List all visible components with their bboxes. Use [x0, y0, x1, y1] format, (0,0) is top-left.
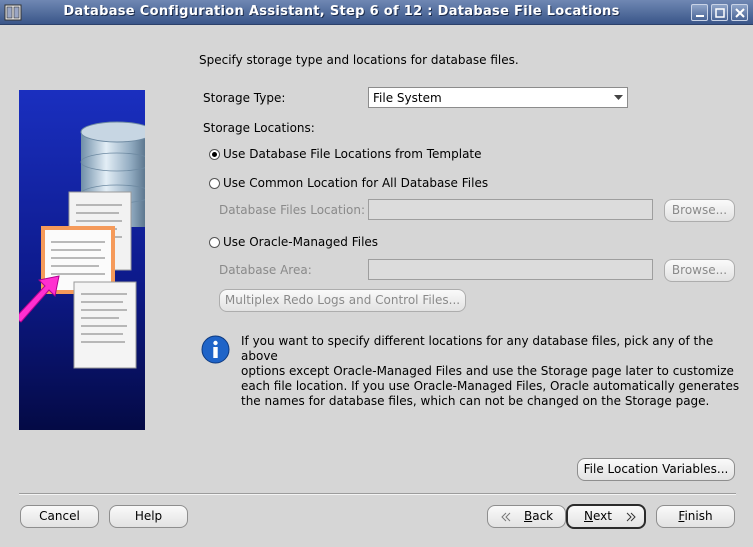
info-message: If you want to specify different locatio… — [241, 334, 741, 409]
footer-separator — [19, 493, 736, 495]
radio-common-location[interactable] — [209, 178, 220, 189]
database-files-location-input[interactable] — [368, 199, 653, 220]
radio-oracle-managed[interactable] — [209, 237, 220, 248]
back-mnemonic: B — [524, 509, 533, 523]
maximize-button[interactable] — [711, 4, 728, 21]
intro-text: Specify storage type and locations for d… — [199, 53, 519, 67]
browse-database-area-button[interactable]: Browse... — [664, 259, 735, 282]
info-line: If you want to specify different locatio… — [241, 334, 714, 363]
window-title: Database Configuration Assistant, Step 6… — [63, 4, 620, 19]
minimize-button[interactable] — [691, 4, 708, 21]
help-button[interactable]: Help — [109, 505, 188, 528]
cancel-button[interactable]: Cancel — [20, 505, 99, 528]
wizard-illustration — [19, 90, 145, 430]
radio-oracle-managed-label[interactable]: Use Oracle-Managed Files — [223, 235, 378, 249]
finish-button[interactable]: Finish — [656, 505, 735, 528]
file-location-variables-button[interactable]: File Location Variables... — [577, 458, 735, 481]
info-line: each file location. If you use Oracle-Ma… — [241, 379, 740, 393]
radio-template-locations[interactable] — [209, 149, 220, 160]
info-icon — [201, 335, 230, 364]
storage-type-value: File System — [373, 91, 442, 105]
next-label: ext — [592, 509, 612, 523]
info-line: the names for database files, which can … — [241, 394, 710, 408]
next-button[interactable]: Next — [566, 504, 646, 529]
back-label: ack — [532, 509, 554, 523]
chevron-right-icon — [626, 512, 636, 522]
minimize-icon — [696, 15, 704, 17]
radio-template-locations-label[interactable]: Use Database File Locations from Templat… — [223, 147, 482, 161]
database-area-label: Database Area: — [219, 263, 312, 277]
finish-label: inish — [684, 509, 713, 523]
database-files-location-label: Database Files Location: — [219, 203, 366, 217]
info-line: options except Oracle-Managed Files and … — [241, 364, 734, 378]
wizard-content: Specify storage type and locations for d… — [0, 25, 753, 547]
radio-common-location-label[interactable]: Use Common Location for All Database Fil… — [223, 176, 488, 190]
title-bar: Database Configuration Assistant, Step 6… — [0, 0, 753, 25]
close-icon — [735, 8, 745, 18]
next-mnemonic: N — [584, 509, 593, 523]
storage-type-label: Storage Type: — [203, 91, 286, 105]
database-area-input[interactable] — [368, 259, 653, 280]
back-button[interactable]: Back — [487, 505, 566, 528]
storage-locations-label: Storage Locations: — [203, 121, 315, 135]
multiplex-redo-logs-button[interactable]: Multiplex Redo Logs and Control Files... — [219, 289, 466, 312]
maximize-icon — [715, 8, 725, 18]
chevron-down-icon — [614, 95, 623, 100]
storage-type-select[interactable]: File System — [368, 87, 628, 108]
browse-files-location-button[interactable]: Browse... — [664, 199, 735, 222]
close-window-button[interactable] — [731, 4, 748, 21]
chevron-left-icon — [501, 512, 511, 522]
database-documents-illustration — [19, 121, 145, 369]
